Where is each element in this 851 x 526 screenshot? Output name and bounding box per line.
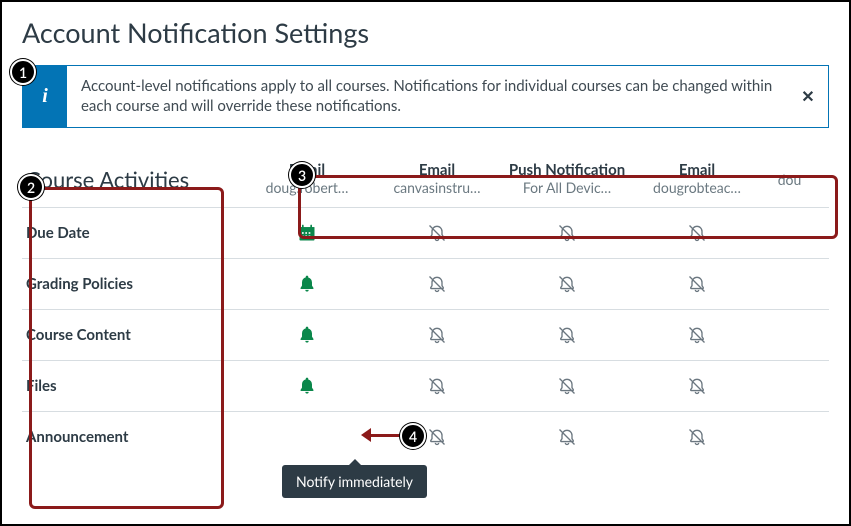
channel-header: Email canvasinstru…	[372, 156, 502, 206]
notify-off-icon[interactable]	[372, 375, 502, 396]
notify-off-icon[interactable]	[502, 273, 632, 294]
close-icon[interactable]: ✕	[788, 66, 828, 127]
channel-header: Email dougrobteac…	[632, 156, 762, 206]
info-banner-text: Account-level notifications apply to all…	[67, 66, 788, 127]
channel-header: dou	[762, 165, 817, 198]
notify-off-icon[interactable]	[632, 375, 762, 396]
callout-2: 2	[18, 174, 44, 200]
table-row: Grading Policies	[22, 258, 829, 309]
notify-off-icon[interactable]	[502, 375, 632, 396]
notify-immediately-icon[interactable]	[242, 273, 372, 294]
notify-off-icon[interactable]	[502, 222, 632, 243]
notify-off-icon[interactable]	[632, 324, 762, 345]
notify-off-icon[interactable]	[502, 426, 632, 447]
callout-1: 1	[10, 59, 36, 85]
callout-4: 4	[400, 423, 426, 449]
callout-3: 3	[289, 162, 315, 188]
row-label: Grading Policies	[22, 259, 242, 309]
notify-tooltip: Notify immediately	[282, 465, 427, 498]
row-label: Due Date	[22, 208, 242, 258]
row-label: Files	[22, 361, 242, 411]
calendar-icon[interactable]	[242, 222, 372, 243]
table-row: Course Content	[22, 309, 829, 360]
table-row: Files	[22, 360, 829, 411]
notify-off-icon[interactable]	[502, 324, 632, 345]
notify-off-icon[interactable]	[632, 426, 762, 447]
channel-header: Push Notification For All Devic…	[502, 156, 632, 206]
channel-header-row: Course Activities Email doug.robert… Ema…	[22, 156, 829, 207]
row-label: Course Content	[22, 310, 242, 360]
row-label: Announcement	[22, 412, 242, 462]
notify-immediately-icon[interactable]	[242, 375, 372, 396]
info-banner: i Account-level notifications apply to a…	[22, 65, 829, 128]
table-row: Due Date	[22, 207, 829, 258]
notify-off-icon[interactable]	[372, 324, 502, 345]
page-title: Account Notification Settings	[22, 16, 829, 49]
section-heading: Course Activities	[22, 156, 242, 207]
notify-immediately-icon[interactable]	[242, 324, 372, 345]
notify-off-icon[interactable]	[372, 222, 502, 243]
notify-off-icon[interactable]	[372, 273, 502, 294]
notify-off-icon[interactable]	[632, 273, 762, 294]
notify-off-icon[interactable]	[632, 222, 762, 243]
